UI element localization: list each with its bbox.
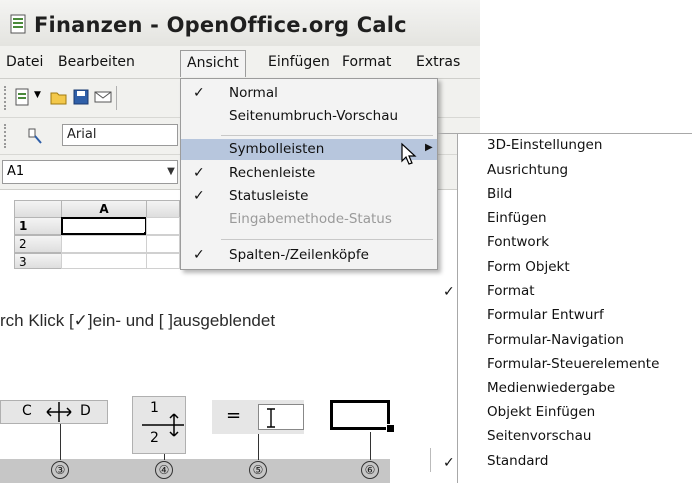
menu-item-seitenumbruch[interactable]: Seitenumbruch-Vorschau <box>181 108 437 128</box>
cell-a2[interactable] <box>61 235 147 253</box>
callout-line <box>370 432 371 460</box>
mouse-pointer-icon <box>401 142 417 165</box>
menu-bearbeiten[interactable]: Bearbeiten <box>58 54 135 70</box>
column-header-a[interactable]: A <box>61 200 147 218</box>
checkmark-icon: ✓ <box>193 247 205 263</box>
save-icon[interactable] <box>72 88 90 106</box>
callout-4: ④ <box>155 461 173 479</box>
submenu-item-3d-einstellungen[interactable]: 3D-Einstellungen <box>487 137 602 153</box>
selected-cell-example <box>330 400 390 430</box>
callout-5: ⑤ <box>249 461 267 479</box>
menu-item-statusleiste[interactable]: ✓ Statusleiste <box>181 188 437 208</box>
menu-ansicht[interactable]: Ansicht <box>180 50 246 77</box>
submenu-item-form-objekt[interactable]: Form Objekt <box>487 259 570 275</box>
submenu-edge <box>438 133 457 134</box>
callout-6: ⑥ <box>361 461 379 479</box>
font-name-box[interactable]: Arial <box>62 124 178 146</box>
instruction-text: rch Klick [✓]ein- und [ ]ausgeblendet <box>0 311 276 330</box>
row-header-3[interactable]: 3 <box>14 253 62 269</box>
menu-separator <box>221 135 433 136</box>
row-resize-cursor-icon <box>142 413 184 437</box>
submenu-item-einfuegen[interactable]: Einfügen <box>487 210 547 226</box>
column-label-c: C <box>22 403 32 419</box>
menu-einfuegen[interactable]: Einfügen <box>268 54 330 70</box>
menu-item-eingabemethode: Eingabemethode-Status <box>229 211 392 227</box>
callout-line <box>258 434 259 460</box>
menu-separator <box>221 239 433 240</box>
submenu-item-objekt-einfuegen[interactable]: Objekt Einfügen <box>487 404 595 420</box>
callout-3: ③ <box>51 461 69 479</box>
submenu-item-medienwiedergabe[interactable]: Medienwiedergabe <box>487 380 615 396</box>
dropdown-arrow-icon[interactable]: ▼ <box>34 90 41 100</box>
fill-handle-example <box>386 424 395 433</box>
active-cell-a1[interactable] <box>61 217 147 235</box>
checkmark-icon: ✓ <box>193 85 205 101</box>
menu-extras[interactable]: Extras <box>416 54 460 70</box>
submenu-item-seitenvorschau[interactable]: Seitenvorschau <box>487 428 591 444</box>
calc-app-icon <box>10 14 26 34</box>
email-icon[interactable] <box>94 88 112 106</box>
toolbar-grip[interactable] <box>4 124 9 148</box>
column-label-d: D <box>80 403 91 419</box>
checkmark-icon: ✓ <box>443 284 455 300</box>
checkmark-icon: ✓ <box>193 188 205 204</box>
cell-b3[interactable] <box>146 253 180 269</box>
callout-line <box>60 424 61 460</box>
submenu-item-ausrichtung[interactable]: Ausrichtung <box>487 162 568 178</box>
corner-select-all[interactable] <box>14 200 62 218</box>
submenu-item-format[interactable]: Format <box>487 283 535 299</box>
view-menu-dropdown: ✓ Normal Seitenumbruch-Vorschau Symbolle… <box>180 78 438 270</box>
stylist-icon[interactable] <box>26 127 44 145</box>
formula-equals-sign: = <box>226 405 242 426</box>
text-cursor-icon <box>267 408 275 428</box>
row-header-1[interactable]: 1 <box>14 217 62 235</box>
column-resize-cursor-icon <box>46 402 72 422</box>
submenu-item-bild[interactable]: Bild <box>487 186 512 202</box>
column-header-next[interactable] <box>146 200 180 218</box>
faint-divider <box>430 448 431 472</box>
menu-item-symbolleisten[interactable]: Symbolleisten ▶ <box>181 139 437 160</box>
cell-a3[interactable] <box>61 253 147 269</box>
open-folder-icon[interactable] <box>50 88 68 106</box>
toolbar-grip[interactable] <box>4 86 9 110</box>
row-header-2[interactable]: 2 <box>14 235 62 253</box>
submenu-item-formular-steuerelemente[interactable]: Formular-Steuerelemente <box>487 356 659 372</box>
menu-item-spalten-zeilenkoepfe[interactable]: ✓ Spalten-/Zeilenköpfe <box>181 247 437 267</box>
submenu-item-standard[interactable]: Standard <box>487 453 548 469</box>
checkmark-icon: ✓ <box>443 455 455 471</box>
menu-item-rechenleiste[interactable]: ✓ Rechenleiste <box>181 165 437 185</box>
submenu-item-fontwork[interactable]: Fontwork <box>487 234 549 250</box>
toolbar-separator <box>116 86 117 110</box>
chevron-down-icon[interactable]: ▼ <box>164 161 178 183</box>
name-box[interactable]: A1 <box>2 160 178 184</box>
menu-item-normal[interactable]: ✓ Normal <box>181 85 437 105</box>
callout-line <box>164 454 165 460</box>
cell-b2[interactable] <box>146 235 180 253</box>
checkmark-icon: ✓ <box>193 165 205 181</box>
cell-b1[interactable] <box>146 217 180 235</box>
menu-datei[interactable]: Datei <box>6 54 43 70</box>
window-title: Finanzen - OpenOffice.org Calc <box>34 13 407 37</box>
menu-bar: Datei Bearbeiten Ansicht Einfügen Format… <box>0 46 480 79</box>
submenu-item-formular-entwurf[interactable]: Formular Entwurf <box>487 307 604 323</box>
submenu-arrow-icon: ▶ <box>425 142 433 153</box>
new-document-icon[interactable] <box>14 88 32 106</box>
menu-format[interactable]: Format <box>342 54 391 70</box>
submenu-item-formular-navigation[interactable]: Formular-Navigation <box>487 332 624 348</box>
